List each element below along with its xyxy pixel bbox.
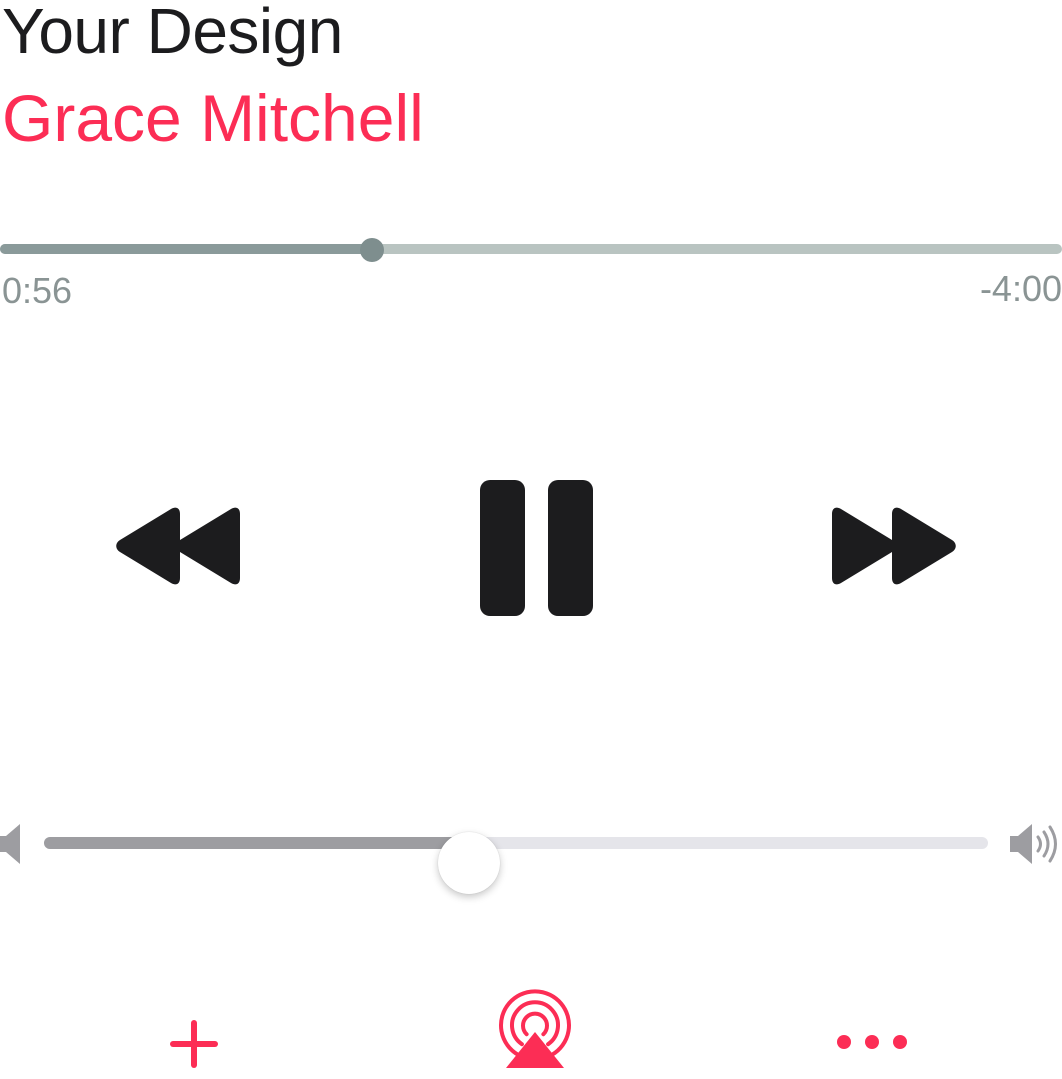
scrubber-knob[interactable] xyxy=(359,238,384,262)
volume-control[interactable] xyxy=(0,812,1062,894)
pause-button[interactable] xyxy=(476,478,596,618)
add-button[interactable] xyxy=(164,1014,224,1074)
airplay-icon xyxy=(499,989,571,1068)
scrubber-elapsed-fill xyxy=(0,244,372,254)
speaker-low-icon xyxy=(0,824,20,864)
volume-fill xyxy=(44,837,469,849)
rewind-button[interactable] xyxy=(110,500,246,592)
remaining-time: -4:00 xyxy=(979,268,1062,309)
volume-track[interactable] xyxy=(44,832,988,894)
fast-forward-button[interactable] xyxy=(826,500,962,592)
pause-icon xyxy=(480,480,593,616)
elapsed-time: 0:56 xyxy=(2,270,73,311)
ellipsis-icon xyxy=(837,1035,907,1049)
volume-knob[interactable] xyxy=(437,832,500,894)
song-title: Your Design xyxy=(2,0,343,67)
fast-forward-icon xyxy=(832,507,956,585)
artist-name[interactable]: Grace Mitchell xyxy=(2,80,424,156)
playback-scrubber[interactable] xyxy=(0,238,1062,262)
rewind-icon xyxy=(116,507,240,585)
speaker-high-icon xyxy=(1010,824,1057,864)
airplay-button[interactable] xyxy=(494,988,576,1068)
plus-icon xyxy=(170,1020,218,1068)
more-options-button[interactable] xyxy=(830,1026,914,1058)
